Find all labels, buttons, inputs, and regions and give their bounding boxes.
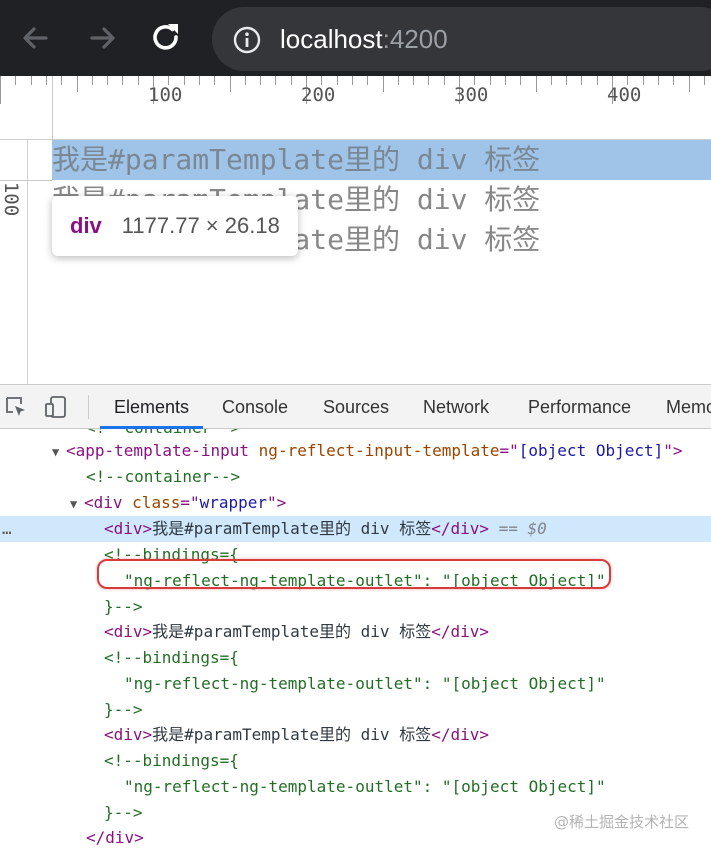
dom-node-comment-end: }-->: [0, 594, 711, 620]
tab-sources[interactable]: Sources: [323, 385, 389, 429]
watermark: @稀土掘金技术社区: [553, 813, 689, 831]
inspect-tooltip: div 1177.77 × 26.18: [52, 196, 298, 256]
dom-node-comment[interactable]: <!--bindings={: [0, 645, 711, 671]
tag-open: <div>: [104, 622, 153, 641]
div-text: 我是#paramTemplate里的 div 标签: [152, 519, 432, 538]
comment-text: "ng-reflect-ng-template-outlet": "[objec…: [124, 777, 606, 796]
highlighted-div[interactable]: 我是#paramTemplate里的 div 标签: [52, 140, 711, 180]
address-bar[interactable]: localhost:4200: [212, 7, 711, 71]
tag-close: </div>: [431, 622, 489, 641]
dom-node-comment[interactable]: <!--container-->: [0, 464, 711, 490]
dom-node-div[interactable]: <div>我是#paramTemplate里的 div 标签</div>: [0, 619, 711, 645]
devtools-tabbar: Elements Console Sources Network Perform…: [0, 385, 711, 429]
comment-text: <!--container-->: [86, 429, 240, 437]
attr-eq: =": [180, 493, 200, 512]
attr-eq: =": [499, 441, 519, 460]
comment-text: "ng-reflect-ng-template-outlet": "[objec…: [124, 674, 606, 693]
dom-node-app-template-input[interactable]: ▼ <app-template-input ng-reflect-input-te…: [0, 438, 711, 464]
tab-elements[interactable]: Elements: [100, 385, 204, 429]
ruler-tick-label: 300: [454, 84, 489, 106]
tag-close: </div>: [431, 519, 489, 538]
forward-arrow-icon[interactable]: [82, 18, 122, 58]
dom-tree: <!--container--> ▼<app-template-input ng…: [0, 429, 711, 854]
tag-open: <div>: [104, 519, 153, 538]
ruler-tick-label: 400: [607, 84, 642, 106]
tab-memory[interactable]: Memo: [666, 385, 711, 429]
ruler-guide-line: [0, 180, 52, 181]
comment-text: }-->: [104, 597, 143, 616]
attr-value: [object Object]: [518, 441, 664, 460]
browser-toolbar: localhost:4200: [0, 0, 711, 76]
url-port: :4200: [382, 24, 448, 54]
comment-text: }-->: [104, 700, 143, 719]
gutter-dots[interactable]: …: [2, 516, 12, 542]
vertical-ruler: 100: [0, 140, 28, 384]
div-text: 我是#paramTemplate里的 div 标签: [152, 622, 432, 641]
ruler-ticks: [0, 76, 705, 104]
attr-close: ">: [267, 493, 287, 512]
tab-console[interactable]: Console: [222, 385, 288, 429]
dom-node-comment-body: "ng-reflect-ng-template-outlet": "[objec…: [0, 774, 711, 800]
expand-triangle-icon[interactable]: ▼: [70, 491, 84, 517]
tag-name: <app-template-input: [66, 441, 250, 460]
annotation-highlight-ring: [97, 559, 611, 589]
inspect-element-icon[interactable]: [4, 395, 28, 419]
back-arrow-icon[interactable]: [16, 18, 56, 58]
reload-icon[interactable]: [146, 18, 186, 58]
dom-node-wrapper[interactable]: ▼ <div class="wrapper">: [0, 490, 711, 516]
ruler-tick-label: 200: [301, 84, 336, 106]
dom-node-comment-end: }-->: [0, 697, 711, 723]
tab-performance[interactable]: Performance: [528, 385, 631, 429]
tag-close: </div>: [86, 828, 144, 847]
toolbar-separator: [88, 395, 89, 419]
ruler-tick-label: 100: [0, 181, 23, 217]
selected-marker: == $0: [489, 519, 547, 538]
info-icon[interactable]: [232, 25, 262, 55]
tag-name: <div: [84, 493, 123, 512]
tooltip-tag: div: [70, 213, 102, 238]
comment-text: <!--bindings={: [104, 648, 239, 667]
comment-text: <!--container-->: [86, 467, 241, 486]
attr-name: class: [132, 493, 181, 512]
devtools-panel: Elements Console Sources Network Perform…: [0, 384, 711, 854]
tooltip-size: 1177.77 × 26.18: [121, 213, 280, 238]
comment-text: }-->: [104, 803, 143, 822]
dom-node-selected-div[interactable]: … <div>我是#paramTemplate里的 div 标签</div> =…: [0, 516, 711, 542]
tag-close: </div>: [431, 725, 489, 744]
url-host: localhost: [280, 24, 383, 54]
ruler-tick-label: 100: [148, 84, 183, 106]
expand-triangle-icon[interactable]: ▼: [52, 439, 66, 465]
horizontal-ruler: 100 200 300 400: [0, 76, 711, 140]
attr-value: wrapper: [199, 493, 268, 512]
dom-node-comment[interactable]: <!--bindings={: [0, 748, 711, 774]
attr-name: ng-reflect-input-template: [258, 441, 500, 460]
dom-node-comment-body: "ng-reflect-ng-template-outlet": "[objec…: [0, 671, 711, 697]
url-text[interactable]: localhost:4200: [280, 21, 448, 57]
tab-network[interactable]: Network: [423, 385, 489, 429]
dom-node-div[interactable]: <div>我是#paramTemplate里的 div 标签</div>: [0, 722, 711, 748]
div-text: 我是#paramTemplate里的 div 标签: [152, 725, 432, 744]
tag-open: <div>: [104, 725, 153, 744]
page-viewport: 100 200 300 400 100 我是#paramTemplate里的 d…: [0, 76, 711, 384]
comment-text: <!--bindings={: [104, 751, 239, 770]
attr-close: ">: [663, 441, 683, 460]
device-toolbar-icon[interactable]: [44, 395, 68, 419]
ruler-guide-line: [52, 76, 53, 140]
